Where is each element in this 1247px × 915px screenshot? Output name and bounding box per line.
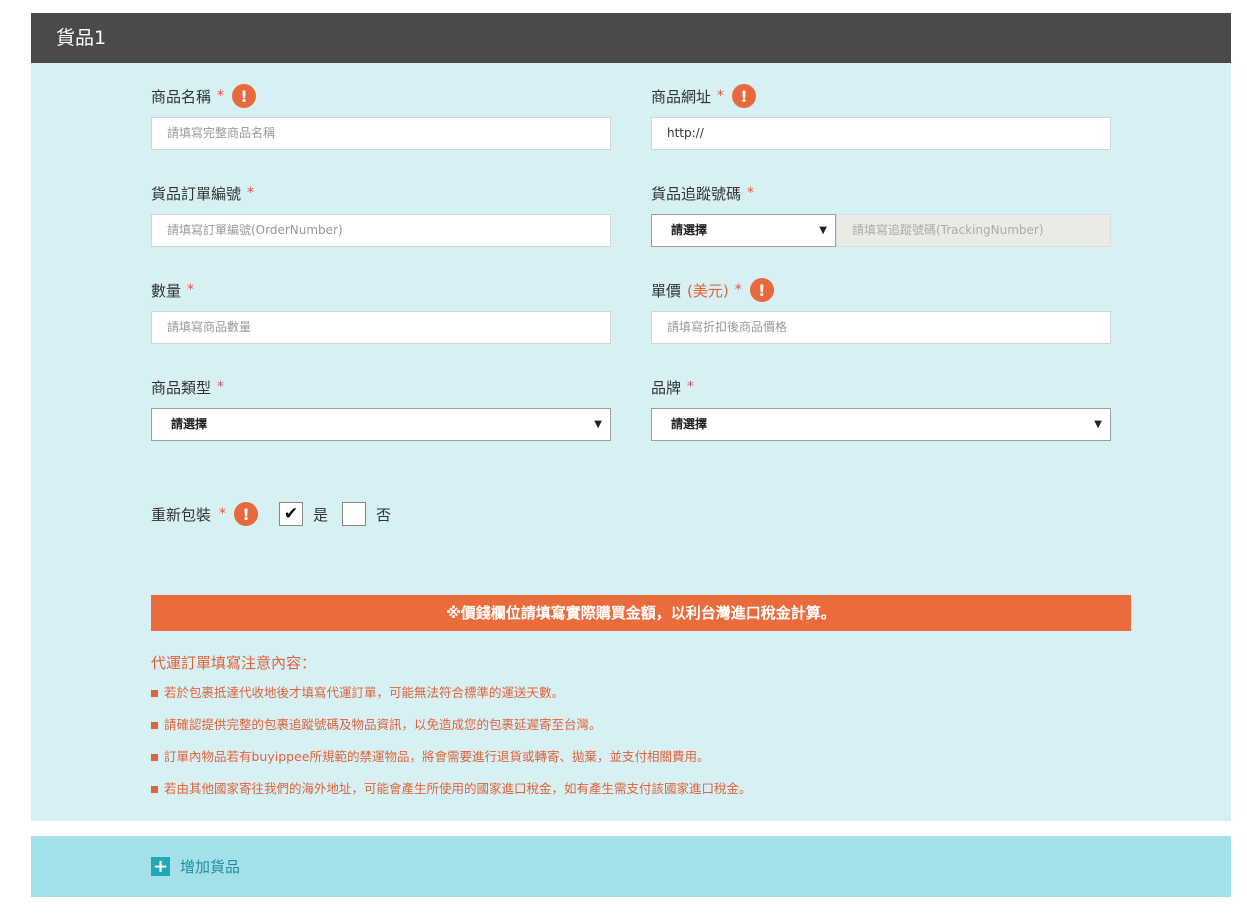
product-url-field: 商品網址 * ! http:// xyxy=(651,84,1111,150)
required-mark: * xyxy=(217,379,225,395)
unit-price-label: 單價 xyxy=(651,281,682,300)
brand-label: 品牌 xyxy=(651,378,682,397)
list-item: 訂單內物品若有buyippee所規範的禁運物品，將會需要進行退貨或轉寄、拋棄，並… xyxy=(151,747,752,779)
repack-option: 重新包裝 * ! ✔ 是 否 xyxy=(151,502,391,526)
price-notice-text: ※價錢欄位請填寫實際購買金額，以利台灣進口稅金計算。 xyxy=(446,604,836,622)
required-mark: * xyxy=(687,379,695,395)
tracking-number-label: 貨品追蹤號碼 xyxy=(651,184,742,203)
brand-field: 品牌 * 請選擇 ▼ xyxy=(651,375,1111,441)
repack-no-checkbox[interactable] xyxy=(342,502,367,526)
warning-icon[interactable]: ! xyxy=(232,84,257,108)
warning-icon[interactable]: ! xyxy=(732,84,757,108)
order-number-label: 貨品訂單編號 xyxy=(151,184,242,203)
carrier-select-value: 請選擇 xyxy=(671,223,708,237)
required-mark: * xyxy=(217,88,225,104)
currency-unit: (美元) xyxy=(687,281,729,300)
warning-icon[interactable]: ! xyxy=(749,278,774,302)
caret-down-icon: ▼ xyxy=(594,419,602,430)
plus-icon: + xyxy=(151,856,170,877)
order-number-field: 貨品訂單編號 * 請填寫訂單編號(OrderNumber) xyxy=(151,181,611,247)
brand-select[interactable]: 請選擇 ▼ xyxy=(651,408,1111,441)
warning-icon[interactable]: ! xyxy=(234,502,259,526)
category-select[interactable]: 請選擇 ▼ xyxy=(151,408,611,441)
notes-title: 代運訂單填寫注意內容： xyxy=(151,654,317,672)
required-mark: * xyxy=(747,185,755,201)
tracking-number-input[interactable]: 請填寫追蹤號碼(TrackingNumber) xyxy=(836,214,1111,247)
product-url-label: 商品網址 xyxy=(651,87,712,106)
product-url-input[interactable]: http:// xyxy=(651,117,1111,150)
unit-price-input[interactable]: 請填寫折扣後商品價格 xyxy=(651,311,1111,344)
brand-select-value: 請選擇 xyxy=(671,417,708,431)
repack-yes-label[interactable]: 是 xyxy=(313,504,328,525)
product-name-field: 商品名稱 * ! 請填寫完整商品名稱 xyxy=(151,84,611,150)
quantity-field: 數量 * 請填寫商品數量 xyxy=(151,278,611,344)
category-field: 商品類型 * 請選擇 ▼ xyxy=(151,375,611,441)
product-name-input[interactable]: 請填寫完整商品名稱 xyxy=(151,117,611,150)
product-name-label: 商品名稱 xyxy=(151,87,212,106)
quantity-input[interactable]: 請填寫商品數量 xyxy=(151,311,611,344)
list-item: 請確認提供完整的包裹追蹤號碼及物品資訊，以免造成您的包裹延遲寄至台灣。 xyxy=(151,715,752,747)
check-icon: ✔ xyxy=(283,504,299,524)
item-panel-header: 貨品1 xyxy=(31,13,1231,63)
add-item-label: 增加貨品 xyxy=(180,858,241,876)
list-item: 若於包裹抵達代收地後才填寫代運訂單，可能無法符合標準的運送天數。 xyxy=(151,683,752,715)
unit-price-field: 單價 (美元) * ! 請填寫折扣後商品價格 xyxy=(651,278,1111,344)
caret-down-icon: ▼ xyxy=(1094,419,1102,430)
carrier-select[interactable]: 請選擇 ▼ xyxy=(651,214,836,247)
required-mark: * xyxy=(247,185,255,201)
price-notice-banner: ※價錢欄位請填寫實際購買金額，以利台灣進口稅金計算。 xyxy=(151,595,1131,631)
repack-label: 重新包裝 xyxy=(151,505,212,524)
required-mark: * xyxy=(717,88,725,104)
category-select-value: 請選擇 xyxy=(171,417,208,431)
required-mark: * xyxy=(219,506,227,522)
list-item: 若由其他國家寄往我們的海外地址，可能會產生所使用的國家進口稅金，如有產生需支付該… xyxy=(151,779,752,811)
category-label: 商品類型 xyxy=(151,378,212,397)
order-number-input[interactable]: 請填寫訂單編號(OrderNumber) xyxy=(151,214,611,247)
item-form: 商品名稱 * ! 請填寫完整商品名稱 商品網址 * ! http:// 貨品訂單… xyxy=(31,63,1231,821)
quantity-label: 數量 xyxy=(151,281,182,300)
required-mark: * xyxy=(187,282,195,298)
item-panel-title: 貨品1 xyxy=(56,27,107,49)
notes-list: 若於包裹抵達代收地後才填寫代運訂單，可能無法符合標準的運送天數。 請確認提供完整… xyxy=(151,683,752,811)
required-mark: * xyxy=(734,282,742,298)
repack-no-label[interactable]: 否 xyxy=(376,504,391,525)
tracking-number-field: 貨品追蹤號碼 * 請選擇 ▼ 請填寫追蹤號碼(TrackingNumber) xyxy=(651,181,1111,247)
repack-yes-checkbox[interactable]: ✔ xyxy=(279,502,304,526)
add-item-button[interactable]: + 增加貨品 xyxy=(31,836,1231,897)
caret-down-icon: ▼ xyxy=(819,225,827,236)
